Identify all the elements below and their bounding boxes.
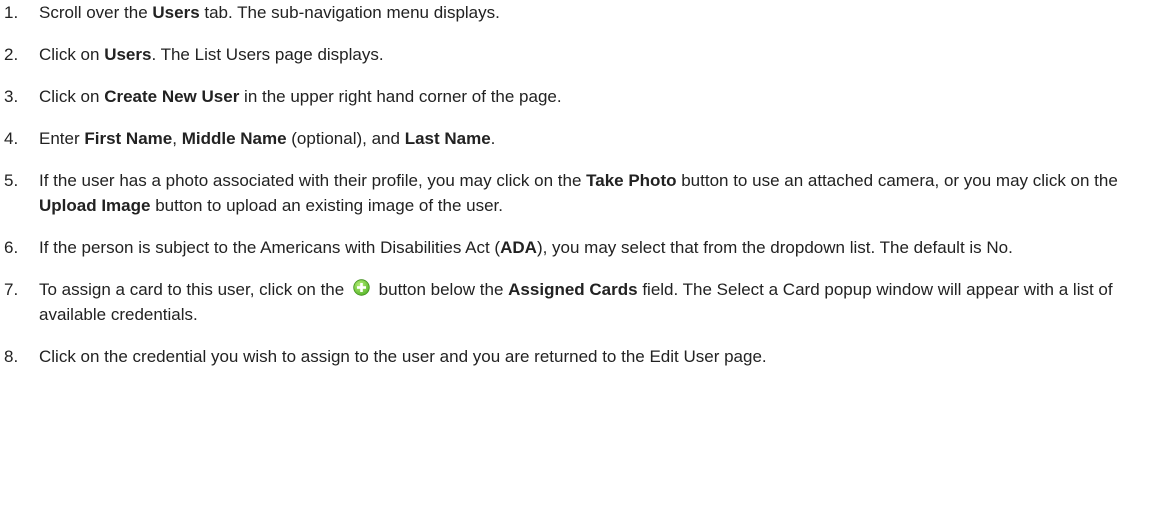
text-run: Click on [39,87,105,106]
step-text: If the user has a photo associated with … [39,168,1169,218]
text-run: button to upload an existing image of th… [150,196,503,215]
bold-term: ADA [500,238,537,257]
bold-term: Upload Image [39,196,151,215]
step-item: 3. Click on Create New User in the upper … [0,84,1169,109]
text-run: Click on [39,45,105,64]
step-text: If the person is subject to the American… [39,235,1169,260]
text-run: button below the [373,280,509,299]
bold-term: Middle Name [181,129,287,148]
step-number: 1. [4,3,19,22]
step-number: 6. [4,238,19,257]
text-run: To assign a card to this user, click on … [39,280,349,299]
text-run: tab. The sub-navigation menu displays. [199,3,500,22]
step-item: 1. Scroll over the Users tab. The sub-nav… [0,0,1169,25]
text-run: If the user has a photo associated with … [39,171,587,190]
step-item: 4. Enter First Name, Middle Name (option… [0,126,1169,151]
step-item: 8. Click on the credential you wish to as… [0,344,1169,369]
bold-term: Take Photo [586,171,677,190]
step-number: 8. [4,347,19,366]
text-run: Enter [39,129,85,148]
text-run: , [172,129,182,148]
instruction-steps: 1. Scroll over the Users tab. The sub-nav… [0,0,1169,369]
bold-term: Create New User [104,87,240,106]
step-item: 7. To assign a card to this user, click o… [0,277,1169,327]
text-run: (optional), and [286,129,405,148]
step-number: 4. [4,129,19,148]
step-item: 5. If the user has a photo associated wit… [0,168,1169,218]
step-number: 3. [4,87,19,106]
step-item: 6. If the person is subject to the Americ… [0,235,1169,260]
step-text: Click on Users. The List Users page disp… [39,42,1169,67]
text-run: in the upper right hand corner of the pa… [239,87,562,106]
text-run: button to use an attached camera, or you… [676,171,1118,190]
step-number: 7. [4,280,19,299]
text-run: . [490,129,496,148]
text-run: Scroll over the [39,3,153,22]
bold-term: Users [152,3,200,22]
bold-term: First Name [84,129,173,148]
step-number: 5. [4,171,19,190]
step-text: Enter First Name, Middle Name (optional)… [39,126,1169,151]
bold-term: Users [104,45,152,64]
text-run: ), you may select that from the dropdown… [536,238,1013,257]
text-run: . The List Users page displays. [151,45,384,64]
step-text: Scroll over the Users tab. The sub-navig… [39,0,1169,25]
step-item: 2. Click on Users. The List Users page di… [0,42,1169,67]
bold-term: Assigned Cards [508,280,638,299]
text-run: Click on the credential you wish to assi… [39,347,767,366]
step-text: Click on Create New User in the upper ri… [39,84,1169,109]
step-number: 2. [4,45,19,64]
text-run: If the person is subject to the American… [39,238,501,257]
green-plus-icon [353,278,370,296]
step-text: To assign a card to this user, click on … [39,277,1169,327]
step-text: Click on the credential you wish to assi… [39,344,1169,369]
bold-term: Last Name [404,129,491,148]
